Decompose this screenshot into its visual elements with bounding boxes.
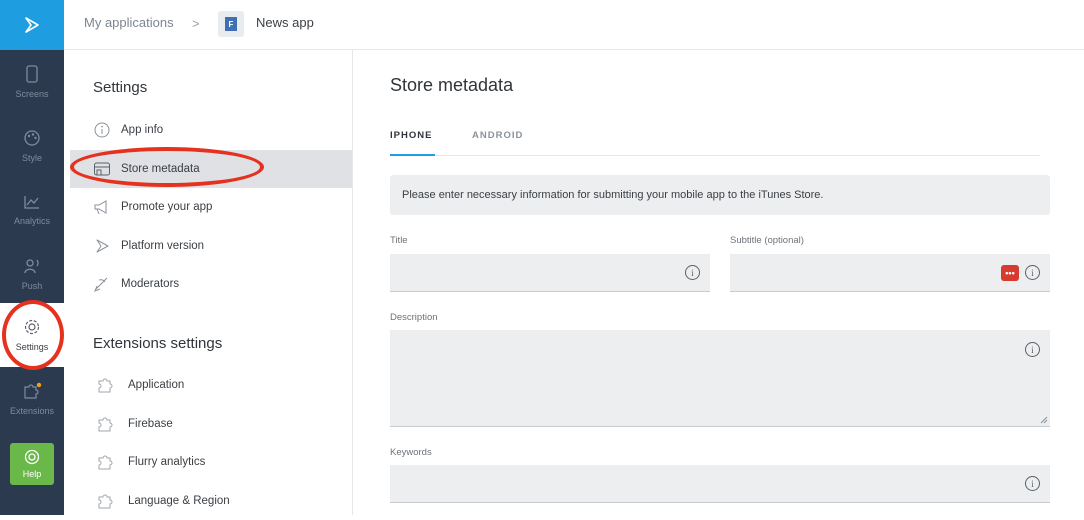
rail-item-push[interactable]: Push <box>0 242 64 306</box>
platform-icon <box>96 239 109 253</box>
description-label: Description <box>390 312 438 323</box>
breadcrumb-separator: > <box>192 16 200 31</box>
rail-item-label: Extensions <box>9 406 55 416</box>
info-icon[interactable]: i <box>1025 476 1040 491</box>
help-button[interactable]: Help <box>10 443 54 485</box>
sidebar-item-platform-version[interactable]: Platform version <box>70 227 352 265</box>
title-field[interactable]: i <box>390 254 710 292</box>
sidebar-item-label: Language & Region <box>128 495 230 507</box>
left-rail: Screens Style Analytics Push Settings Ex… <box>0 0 64 515</box>
sidebar-item-label: Promote your app <box>121 201 213 213</box>
rail-item-screens[interactable]: Screens <box>0 50 64 114</box>
puzzle-icon <box>24 382 42 399</box>
info-icon[interactable]: i <box>685 265 700 280</box>
palette-icon <box>24 130 40 146</box>
sidebar-item-firebase[interactable]: Firebase <box>70 405 352 443</box>
sidebar-item-label: Platform version <box>121 240 205 252</box>
sidebar-item-flurry-analytics[interactable]: Flurry analytics <box>70 443 352 481</box>
sidebar-item-app-info[interactable]: App info <box>70 111 352 149</box>
app-thumbnail-letter: F <box>225 17 237 31</box>
rail-item-label: Style <box>21 153 42 163</box>
rail-item-analytics[interactable]: Analytics <box>0 178 64 242</box>
lifebuoy-icon <box>24 449 40 465</box>
rail-item-label: Screens <box>15 89 49 99</box>
info-icon <box>94 122 110 138</box>
megaphone-icon <box>94 200 107 215</box>
password-manager-icon[interactable]: ••• <box>1001 265 1019 281</box>
rail-item-label: Push <box>21 281 43 291</box>
resize-handle-icon[interactable] <box>1040 416 1048 424</box>
main-content: Store metadata IPHONE ANDROID Please ent… <box>353 50 1084 515</box>
sidebar-item-label: Moderators <box>121 278 180 290</box>
chart-icon <box>24 196 39 209</box>
phone-icon <box>26 65 38 83</box>
app-thumbnail: F <box>218 11 244 37</box>
subtitle-label: Subtitle (optional) <box>730 235 804 246</box>
sidebar-item-moderators[interactable]: Moderators <box>70 265 352 303</box>
store-icon <box>94 162 110 176</box>
info-banner: Please enter necessary information for s… <box>390 175 1050 215</box>
sidebar-item-label: Application <box>128 379 185 391</box>
logo-icon <box>25 17 39 33</box>
rail-item-style[interactable]: Style <box>0 114 64 178</box>
sidebar-item-label: Flurry analytics <box>128 456 206 468</box>
sidebar-item-promote-your-app[interactable]: Promote your app <box>70 188 352 226</box>
breadcrumb-app-name: News app <box>256 15 314 30</box>
description-textarea[interactable]: i <box>390 330 1050 427</box>
sidebar-item-language-region[interactable]: Language & Region <box>70 482 352 520</box>
info-icon[interactable]: i <box>1025 265 1040 280</box>
settings-sidebar: Settings App info Store metadata Promote… <box>64 50 353 515</box>
sidebar-item-label: App info <box>121 124 164 136</box>
push-icon <box>24 259 39 274</box>
keywords-label: Keywords <box>390 447 432 458</box>
rail-item-label: Settings <box>15 342 49 352</box>
help-label: Help <box>22 469 42 479</box>
rail-item-extensions[interactable]: Extensions <box>0 367 64 431</box>
puzzle-icon <box>98 378 113 393</box>
app-logo[interactable] <box>0 0 64 50</box>
top-bar: My applications > F News app <box>64 0 1084 50</box>
breadcrumb-my-applications[interactable]: My applications <box>84 15 174 30</box>
rail-item-label: Analytics <box>13 216 50 226</box>
sidebar-item-store-metadata[interactable]: Store metadata <box>70 150 352 188</box>
subtitle-field[interactable]: ••• i <box>730 254 1050 292</box>
sidebar-item-label: Store metadata <box>121 163 200 175</box>
settings-heading: Settings <box>93 79 148 96</box>
platform-tabs: IPHONE ANDROID <box>390 130 1040 156</box>
rail-item-settings[interactable]: Settings <box>0 303 64 367</box>
puzzle-icon <box>98 494 113 509</box>
gear-icon <box>24 319 40 335</box>
puzzle-icon <box>98 455 113 470</box>
info-icon[interactable]: i <box>1025 342 1040 357</box>
tab-iphone[interactable]: IPHONE <box>390 130 435 156</box>
sidebar-item-application[interactable]: Application <box>70 366 352 404</box>
tab-android[interactable]: ANDROID <box>472 130 523 156</box>
moderators-icon <box>94 277 108 292</box>
keywords-field[interactable]: i <box>390 465 1050 503</box>
extensions-settings-heading: Extensions settings <box>93 335 223 352</box>
sidebar-item-label: Firebase <box>128 418 173 430</box>
puzzle-icon <box>98 417 113 432</box>
title-label: Title <box>390 235 408 246</box>
page-title: Store metadata <box>390 75 514 95</box>
